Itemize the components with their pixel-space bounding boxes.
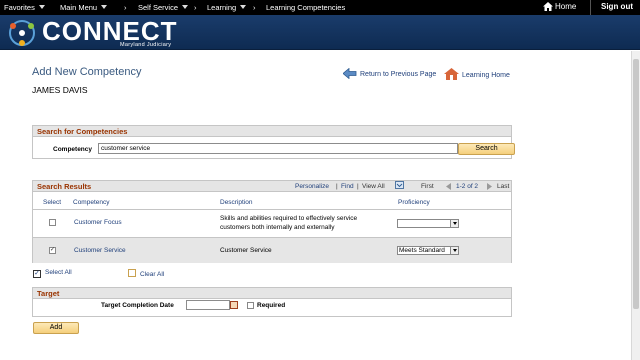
personalize-link[interactable]: Personalize xyxy=(295,183,329,190)
competency-link[interactable]: Customer Focus xyxy=(74,219,122,226)
clear-all-label: Clear All xyxy=(140,271,165,278)
header-banner: CONNECT Maryland Judiciary xyxy=(0,15,640,50)
sign-out-link[interactable]: Sign out xyxy=(601,2,633,11)
calendar-icon[interactable] xyxy=(230,301,238,309)
required-checkbox[interactable] xyxy=(247,302,254,309)
select-all-link[interactable]: ✓ Select All xyxy=(33,269,72,278)
brand-subtitle: Maryland Judiciary xyxy=(120,42,172,48)
self-service-menu[interactable]: Self Service xyxy=(138,3,189,12)
proficiency-select[interactable]: Meets Standard xyxy=(397,246,459,255)
self-service-label: Self Service xyxy=(138,3,179,12)
student-name: JAMES DAVIS xyxy=(32,85,88,95)
chevron-down-icon xyxy=(450,247,458,254)
main-menu-label: Main Menu xyxy=(60,3,98,12)
proficiency-select[interactable] xyxy=(397,219,459,228)
return-to-previous-link[interactable]: Return to Previous Page xyxy=(342,67,437,80)
vertical-scrollbar[interactable] xyxy=(631,51,640,360)
first-link[interactable]: First xyxy=(421,183,434,190)
row-divider xyxy=(33,209,511,210)
main-menu[interactable]: Main Menu xyxy=(60,3,108,12)
column-header-description[interactable]: Description xyxy=(220,199,253,206)
return-arrow-icon xyxy=(342,67,357,80)
clear-all-link[interactable]: Clear All xyxy=(128,269,164,278)
competency-description: Skills and abilities required to effecti… xyxy=(220,215,358,222)
competency-link[interactable]: Customer Service xyxy=(74,247,126,254)
chevron-down-icon xyxy=(101,5,108,9)
breadcrumb-current[interactable]: Learning Competencies xyxy=(266,3,345,12)
column-header-proficiency[interactable]: Proficiency xyxy=(398,199,430,206)
top-nav-bar: Favorites Main Menu › Self Service › Lea… xyxy=(0,0,640,15)
favorites-menu[interactable]: Favorites xyxy=(4,3,45,12)
favorites-label: Favorites xyxy=(4,3,35,12)
scrollbar-thumb[interactable] xyxy=(633,59,639,309)
competency-description: customers both internally and externally xyxy=(220,224,335,231)
required-label: Required xyxy=(257,302,286,309)
chevron-down-icon xyxy=(450,220,458,227)
download-grid-icon[interactable] xyxy=(395,181,404,189)
empty-checkbox-icon xyxy=(128,269,136,277)
view-all-link[interactable]: View All xyxy=(362,183,385,190)
next-page-icon[interactable] xyxy=(487,183,493,190)
connect-logo-icon xyxy=(9,20,35,46)
learning-home-icon xyxy=(444,68,459,80)
learning-home-link[interactable]: Learning Home xyxy=(444,68,510,80)
tool-divider: | xyxy=(357,183,359,190)
row-divider xyxy=(33,237,511,238)
chevron-down-icon xyxy=(182,5,189,9)
competency-description: Customer Service xyxy=(220,247,272,254)
chevron-down-icon xyxy=(38,5,45,9)
search-button[interactable]: Search xyxy=(458,143,515,155)
row-select-checkbox[interactable] xyxy=(49,219,56,226)
search-panel-header: Search for Competencies xyxy=(33,126,511,137)
nav-divider xyxy=(590,0,591,15)
breadcrumb-separator-icon: › xyxy=(194,3,197,12)
learning-menu[interactable]: Learning xyxy=(207,3,247,12)
target-date-label: Target Completion Date xyxy=(101,302,174,309)
target-date-input[interactable] xyxy=(186,300,230,310)
checkmark-icon: ✓ xyxy=(33,270,41,278)
competency-label: Competency xyxy=(53,146,93,153)
proficiency-value: Meets Standard xyxy=(399,247,445,254)
column-header-competency[interactable]: Competency xyxy=(73,199,110,206)
tool-divider: | xyxy=(336,183,338,190)
page-title: Add New Competency xyxy=(32,66,142,78)
results-panel-header: Search Results xyxy=(33,181,511,192)
results-range: 1-2 of 2 xyxy=(456,183,479,190)
breadcrumb-separator-icon: › xyxy=(124,3,127,12)
add-button[interactable]: Add xyxy=(33,322,79,334)
chevron-down-icon xyxy=(240,5,247,9)
competency-search-input[interactable] xyxy=(98,143,458,154)
return-link-label: Return to Previous Page xyxy=(360,71,437,78)
breadcrumb-separator-icon: › xyxy=(253,3,256,12)
home-label: Home xyxy=(555,2,577,11)
find-link[interactable]: Find xyxy=(341,183,354,190)
previous-page-icon[interactable] xyxy=(446,183,452,190)
home-icon xyxy=(543,2,553,11)
learning-label: Learning xyxy=(207,3,237,12)
column-header-select: Select xyxy=(43,199,62,206)
learning-home-label: Learning Home xyxy=(462,72,510,79)
target-panel-header: Target xyxy=(33,288,511,299)
row-select-checkbox[interactable]: ✓ xyxy=(49,247,56,254)
select-all-label: Select All xyxy=(45,269,72,276)
home-link[interactable]: Home xyxy=(543,2,576,11)
last-link[interactable]: Last xyxy=(497,183,509,190)
